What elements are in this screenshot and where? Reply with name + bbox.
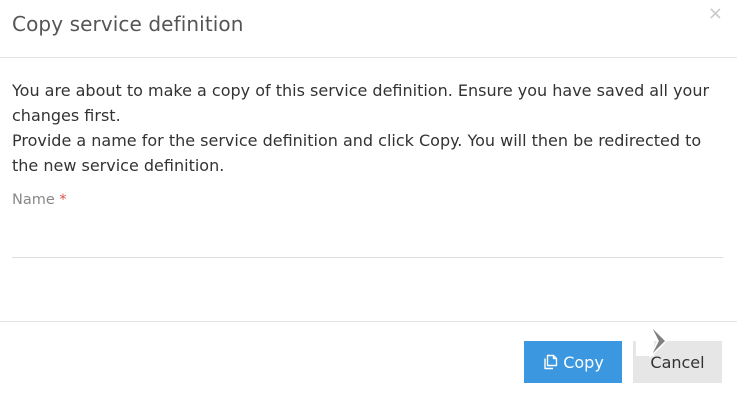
required-marker: * bbox=[59, 192, 67, 208]
name-input[interactable] bbox=[12, 218, 723, 258]
dialog-footer: Copy Cancel bbox=[0, 321, 737, 395]
cancel-button-label: Cancel bbox=[650, 352, 705, 372]
dialog-body: You are about to make a copy of this ser… bbox=[12, 78, 723, 178]
copy-icon bbox=[544, 354, 558, 370]
dialog-message-line2: Provide a name for the service definitio… bbox=[12, 131, 702, 175]
name-label-text: Name bbox=[12, 192, 55, 208]
name-field-label: Name * bbox=[12, 192, 67, 208]
copy-button-label: Copy bbox=[563, 352, 604, 372]
copy-service-definition-dialog: Copy service definition × You are about … bbox=[0, 0, 737, 395]
close-icon[interactable]: × bbox=[708, 5, 723, 23]
dialog-message-line1: You are about to make a copy of this ser… bbox=[12, 81, 710, 125]
dialog-header: Copy service definition × bbox=[0, 0, 737, 58]
copy-button[interactable]: Copy bbox=[524, 341, 622, 383]
cancel-button[interactable]: Cancel bbox=[633, 341, 722, 383]
dialog-title: Copy service definition bbox=[12, 12, 244, 36]
